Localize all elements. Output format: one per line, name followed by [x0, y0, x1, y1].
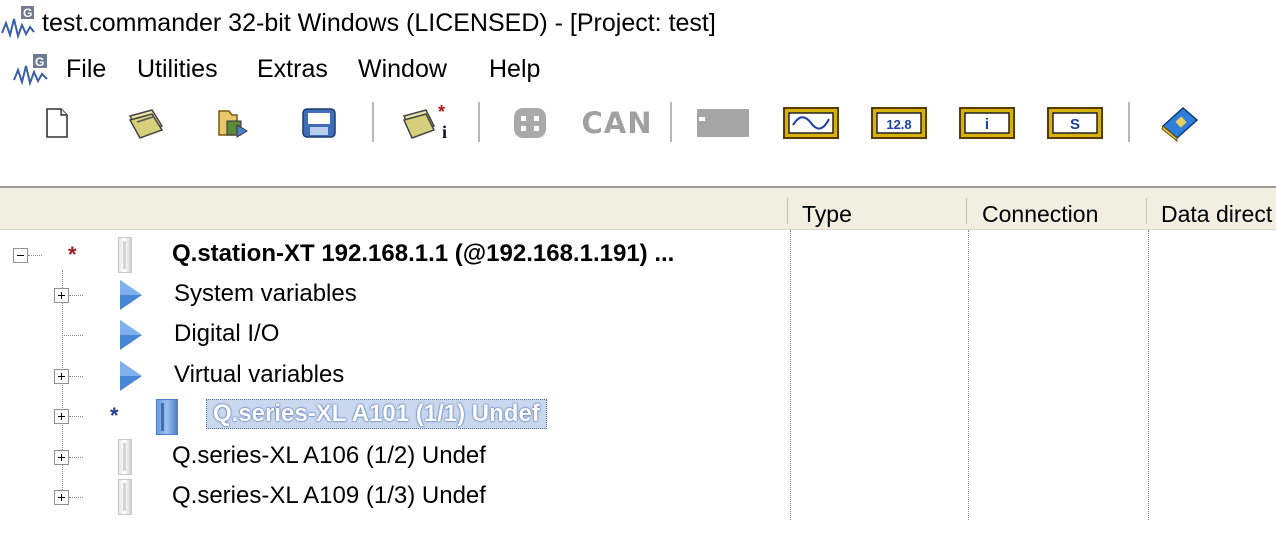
status-star-glyph: *: [68, 242, 77, 267]
new-document-icon: [46, 108, 68, 138]
title-bar: G test.commander 32-bit Windows (LICENSE…: [0, 0, 1276, 46]
column-gridline: [1148, 230, 1149, 520]
column-header-type[interactable]: Type: [802, 201, 852, 228]
script-icon: S: [1047, 107, 1103, 139]
expand-icon[interactable]: [54, 288, 69, 303]
tree-connector: [62, 335, 83, 336]
menu-window[interactable]: Window: [358, 55, 447, 84]
toolbar-separator: [478, 102, 481, 142]
expand-icon[interactable]: [54, 450, 69, 465]
save-button[interactable]: [298, 102, 340, 144]
display-icon: [697, 109, 749, 137]
variable-group-icon: [120, 280, 142, 310]
tree-item-label: Digital I/O: [174, 320, 280, 347]
status-star-icon: *: [110, 405, 119, 427]
tree-item-module-a101[interactable]: * Q.series-XL A101 (1/1) Undef: [0, 397, 790, 437]
station-module-icon: [118, 237, 132, 273]
modules-icon: [514, 108, 546, 138]
child-window-icon[interactable]: G: [13, 52, 49, 86]
script-label: S: [1070, 116, 1080, 133]
column-header: Type Connection Data direct: [0, 186, 1276, 230]
tree-item-label: Q.series-XL A109 (1/3) Undef: [172, 482, 486, 509]
column-divider[interactable]: [1146, 198, 1147, 224]
scope-button[interactable]: [782, 102, 840, 144]
tree-connector: [28, 255, 42, 256]
module-icon: [156, 399, 178, 435]
modules-button: [508, 102, 552, 144]
column-header-data-direction[interactable]: Data direct: [1161, 201, 1272, 228]
tree-root-station[interactable]: * Q.station-XT 192.168.1.1 (@192.168.1.1…: [0, 236, 790, 276]
column-gridline: [968, 230, 969, 520]
tree-item-module-a106[interactable]: Q.series-XL A106 (1/2) Undef: [0, 438, 790, 478]
expand-icon[interactable]: [54, 490, 69, 505]
module-icon: [118, 479, 132, 515]
svg-text:i: i: [442, 122, 447, 142]
column-gridline: [790, 230, 791, 520]
info-button[interactable]: i: [958, 102, 1016, 144]
menu-bar: G File Utilities Extras Window Help: [0, 46, 1276, 92]
help-book-icon: [1161, 107, 1199, 142]
tree-item-system-variables[interactable]: System variables: [0, 276, 790, 316]
svg-text:*: *: [438, 104, 445, 122]
module-icon: [118, 439, 132, 475]
collapse-icon[interactable]: [13, 248, 28, 263]
tree-item-label: Q.series-XL A101 (1/1) Undef: [206, 399, 547, 429]
column-divider[interactable]: [787, 198, 788, 224]
tree-item-digital-io[interactable]: Digital I/O: [0, 316, 790, 356]
column-header-connection[interactable]: Connection: [982, 201, 1098, 228]
variable-group-icon: [120, 361, 142, 391]
help-book-button[interactable]: [1158, 102, 1202, 144]
tree-connector: [69, 376, 83, 377]
open-project-icon: [128, 109, 164, 139]
numeric-display-icon: 12.8: [871, 107, 927, 139]
configure-station-button[interactable]: * i: [400, 102, 458, 144]
configure-station-icon: * i: [402, 104, 447, 142]
expand-icon[interactable]: [54, 369, 69, 384]
column-divider[interactable]: [966, 198, 967, 224]
info-icon: i: [959, 107, 1015, 139]
can-button: CAN: [580, 102, 654, 144]
toolbar-separator: [670, 102, 673, 142]
menu-extras[interactable]: Extras: [257, 55, 328, 84]
svg-text:G: G: [23, 6, 32, 20]
details-grid: [790, 230, 1276, 520]
tree-item-module-a109[interactable]: Q.series-XL A109 (1/3) Undef: [0, 478, 790, 518]
script-button[interactable]: S: [1046, 102, 1104, 144]
status-star-glyph: *: [110, 403, 119, 428]
numeric-display-label: 12.8: [886, 117, 911, 132]
app-logo-icon: G: [1, 6, 35, 39]
menu-help[interactable]: Help: [489, 55, 540, 84]
tree-item-label: Q.station-XT 192.168.1.1 (@192.168.1.191…: [172, 240, 675, 267]
tree-connector: [69, 457, 83, 458]
menu-file[interactable]: File: [66, 55, 106, 84]
can-icon: CAN: [581, 106, 653, 140]
status-star-icon: *: [68, 244, 77, 266]
open-folder-icon: [218, 110, 248, 138]
toolbar-separator: [372, 102, 375, 142]
toolbar-separator: [1128, 102, 1131, 142]
svg-text:G: G: [35, 55, 44, 69]
numeric-display-button[interactable]: 12.8: [870, 102, 928, 144]
toolbar: * i CAN 12.8 i S: [0, 92, 1276, 186]
tree-item-label: Q.series-XL A106 (1/2) Undef: [172, 442, 486, 469]
new-document-button[interactable]: [40, 102, 74, 144]
tree-connector: [69, 497, 83, 498]
open-folder-button[interactable]: [214, 102, 252, 144]
tree-item-label: Virtual variables: [174, 361, 345, 388]
tree-connector: [69, 416, 83, 417]
menu-utilities[interactable]: Utilities: [137, 55, 218, 84]
variable-group-icon: [120, 320, 142, 350]
tree-connector: [69, 295, 83, 296]
open-project-button[interactable]: [124, 102, 168, 144]
expand-icon[interactable]: [54, 409, 69, 424]
project-tree: * Q.station-XT 192.168.1.1 (@192.168.1.1…: [0, 230, 790, 547]
tree-item-label: System variables: [174, 280, 357, 307]
info-label: i: [985, 116, 989, 133]
display-button: [694, 102, 752, 144]
window-title: test.commander 32-bit Windows (LICENSED)…: [42, 9, 716, 37]
scope-icon: [783, 107, 839, 139]
tree-item-virtual-variables[interactable]: Virtual variables: [0, 357, 790, 397]
save-icon: [302, 108, 336, 138]
